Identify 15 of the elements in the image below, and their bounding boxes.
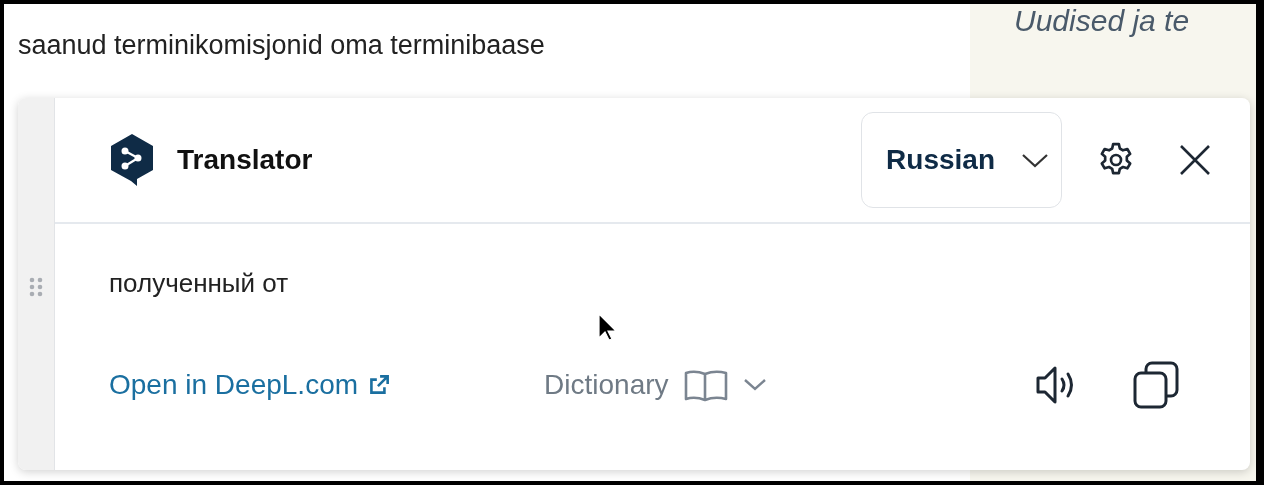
close-icon[interactable] — [1178, 143, 1212, 177]
translation-text: полученный от — [109, 268, 289, 298]
logo-icon — [109, 133, 155, 187]
chevron-down-icon — [1021, 152, 1049, 168]
drag-dots-icon[interactable] — [29, 277, 43, 297]
book-icon — [682, 367, 729, 403]
copy-icon[interactable] — [1132, 360, 1180, 410]
open-in-deepl-link[interactable]: Open in DeepL.com — [109, 369, 393, 401]
sidebar-heading: Uudised ja te — [1014, 4, 1191, 38]
app-title: Translator — [177, 144, 313, 176]
paragraph-text: saanud terminikomisjonid oma terminibaase — [18, 30, 545, 60]
chevron-down-icon — [742, 378, 767, 392]
drag-handle[interactable] — [18, 98, 55, 470]
dictionary-button[interactable]: Dictionary — [544, 367, 767, 403]
language-dropdown[interactable]: Russian — [861, 112, 1062, 208]
